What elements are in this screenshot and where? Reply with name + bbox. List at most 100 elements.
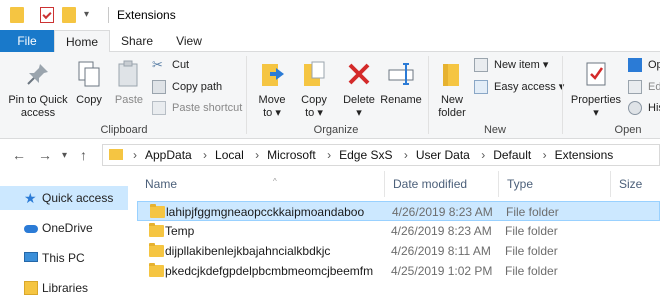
tab-view[interactable]: View: [164, 30, 214, 52]
cut-button[interactable]: ✂ Cut: [152, 56, 189, 74]
title-divider: [108, 7, 109, 23]
open-button[interactable]: Op: [628, 56, 660, 74]
new-item-button[interactable]: New item ▾: [474, 56, 548, 74]
tab-share[interactable]: Share: [110, 30, 164, 52]
nav-item-quick-access[interactable]: ★ Quick access: [0, 186, 128, 210]
column-header-date-modified[interactable]: Date modified: [385, 171, 499, 197]
computer-icon: [24, 252, 38, 262]
table-row[interactable]: dijpllakibenlejkbajahncialkbdkjc 4/26/20…: [137, 241, 660, 261]
file-name: dijpllakibenlejkbajahncialkbdkjc: [165, 244, 331, 258]
folder-icon: [150, 204, 165, 218]
ribbon: Pin to Quick access Copy Paste ✂ Cut Cop…: [0, 52, 660, 139]
edit-icon: [628, 80, 642, 94]
folder-icon: [10, 7, 24, 23]
move-to-label-2: to ▾: [263, 107, 281, 119]
paste-icon: [118, 60, 138, 87]
copy-to-button[interactable]: Copy to ▾: [296, 54, 332, 120]
breadcrumb-item[interactable]: Default: [493, 148, 531, 162]
new-group-label: New: [483, 124, 506, 136]
properties-icon[interactable]: [40, 7, 54, 23]
file-name: lahipjfggmgneaopcckkaipmoandaboo: [166, 205, 365, 219]
file-date: 4/25/2019 1:02 PM: [391, 264, 493, 278]
back-arrow-icon[interactable]: ←: [12, 147, 26, 163]
open-group-label: Open: [614, 124, 642, 136]
new-folder-button[interactable]: New folder: [434, 54, 470, 120]
breadcrumb-item[interactable]: Local: [215, 148, 244, 162]
nav-item-onedrive[interactable]: OneDrive: [0, 216, 128, 240]
up-arrow-icon[interactable]: ↑: [80, 147, 87, 163]
clipboard-group-label: Clipboard: [100, 124, 148, 136]
file-type: File folder: [505, 244, 558, 258]
file-list-header: ^ Name Date modified Type Size: [137, 171, 660, 197]
breadcrumb-item[interactable]: AppData: [145, 148, 192, 162]
new-folder-label-2: folder: [438, 107, 466, 119]
breadcrumb-item[interactable]: Edge SxS: [339, 148, 392, 162]
pin-icon: [27, 64, 48, 85]
title-bar: ▾ Extensions: [0, 0, 660, 30]
window-title: Extensions: [117, 8, 176, 22]
navigation-pane: ★ Quick access OneDrive This PC Librarie…: [0, 171, 128, 300]
edit-button[interactable]: Edi: [628, 78, 660, 96]
delete-button[interactable]: Delete ▾: [340, 54, 378, 120]
file-date: 4/26/2019 8:23 AM: [392, 205, 493, 219]
rename-button[interactable]: Rename: [380, 54, 422, 120]
sort-up-chevron-icon: ^: [273, 177, 277, 186]
open-icon: [628, 58, 642, 72]
easy-access-button[interactable]: Easy access ▾: [474, 78, 564, 96]
edit-label: Edi: [648, 81, 660, 93]
table-row[interactable]: Temp 4/26/2019 8:23 AM File folder: [137, 221, 660, 241]
group-divider: [246, 56, 247, 134]
column-header-label: Date modified: [393, 177, 468, 191]
file-type: File folder: [505, 224, 558, 238]
nav-item-label: This PC: [42, 251, 85, 265]
library-icon: [24, 281, 38, 295]
tab-home[interactable]: Home: [54, 30, 110, 53]
nav-item-this-pc[interactable]: This PC: [0, 246, 128, 270]
nav-item-label: Libraries: [42, 281, 89, 295]
customize-quick-access-icon[interactable]: ▾: [84, 9, 96, 25]
star-icon: ★: [24, 190, 37, 206]
scissors-icon: ✂: [152, 57, 163, 72]
delete-x-icon: [348, 63, 370, 85]
properties-button[interactable]: Properties ▾: [568, 54, 624, 120]
recent-locations-chevron-icon[interactable]: ▾: [62, 150, 67, 161]
file-type: File folder: [505, 264, 558, 278]
paste-button[interactable]: Paste: [112, 54, 146, 120]
forward-arrow-icon[interactable]: →: [38, 147, 52, 163]
copy-to-label-2: to ▾: [305, 107, 323, 119]
column-header-type[interactable]: Type: [499, 171, 611, 197]
navigation-bar: ← → ▾ ↑ › AppData › Local › Microsoft › Edge…: [0, 139, 660, 171]
copy-button[interactable]: Copy: [72, 54, 106, 120]
table-row[interactable]: pkedcjkdefgpdelpbcmbmeomcjbeemfm 4/25/20…: [137, 261, 660, 281]
new-folder-icon[interactable]: [62, 7, 76, 23]
group-divider: [562, 56, 563, 134]
new-item-icon: [474, 58, 488, 72]
breadcrumb-item[interactable]: Extensions: [555, 148, 614, 162]
pin-to-quick-access-button[interactable]: Pin to Quick access: [8, 54, 68, 120]
column-header-name[interactable]: ^ Name: [137, 171, 385, 197]
move-to-button[interactable]: Move to ▾: [254, 54, 290, 120]
history-button[interactable]: His: [628, 99, 660, 117]
paste-shortcut-label: Paste shortcut: [172, 102, 243, 114]
address-bar[interactable]: › AppData › Local › Microsoft › Edge SxS › Us…: [102, 144, 660, 166]
nav-item-libraries[interactable]: Libraries: [0, 276, 128, 300]
paste-shortcut-button[interactable]: Paste shortcut: [152, 99, 242, 117]
file-type: File folder: [506, 205, 559, 219]
column-header-size[interactable]: Size: [611, 171, 660, 197]
cut-label: Cut: [172, 59, 190, 71]
breadcrumb-item[interactable]: Microsoft: [267, 148, 316, 162]
file-date: 4/26/2019 8:23 AM: [391, 224, 492, 238]
breadcrumb-item[interactable]: User Data: [416, 148, 470, 162]
copy-to-label-1: Copy: [301, 94, 327, 106]
move-to-icon: [262, 64, 284, 86]
rename-label: Rename: [380, 94, 422, 106]
tab-file[interactable]: File: [0, 30, 54, 52]
table-row[interactable]: lahipjfggmgneaopcckkaipmoandaboo 4/26/20…: [137, 201, 660, 221]
folder-icon: [149, 263, 164, 277]
copy-path-button[interactable]: Copy path: [152, 78, 222, 96]
properties-label-2: ▾: [593, 107, 599, 119]
properties-check-icon: [586, 62, 606, 86]
new-folder-icon: [443, 64, 459, 86]
history-icon: [628, 101, 642, 115]
easy-access-icon: [474, 80, 488, 94]
